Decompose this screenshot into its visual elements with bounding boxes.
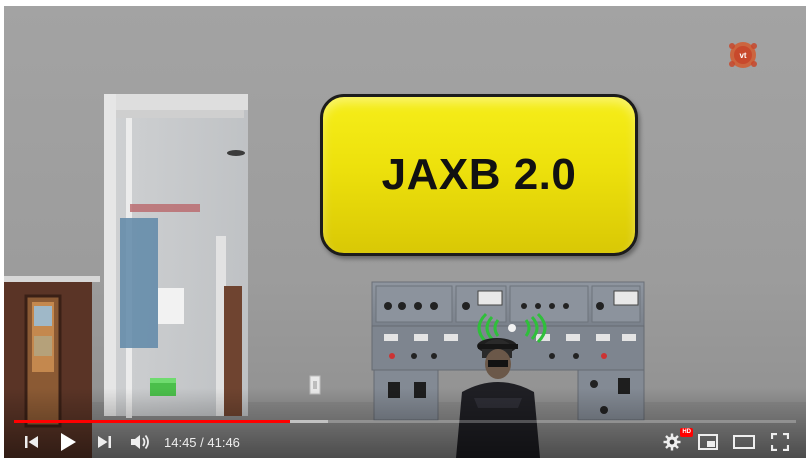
- svg-text:vt: vt: [739, 51, 746, 60]
- theater-mode-icon: [733, 435, 755, 449]
- video-player[interactable]: vt JAXB 2.0 14:45 / 41:46 HD: [4, 6, 806, 458]
- settings-gear-icon: [663, 433, 681, 451]
- next-button[interactable]: [86, 426, 122, 458]
- volume-button[interactable]: [122, 426, 158, 458]
- progress-bar[interactable]: [14, 420, 796, 423]
- fullscreen-button[interactable]: [762, 426, 798, 458]
- settings-button[interactable]: HD: [654, 426, 693, 458]
- vt-logo-icon: vt: [729, 42, 757, 68]
- hd-badge: HD: [680, 428, 693, 437]
- progress-played: [14, 420, 291, 423]
- miniplayer-icon: [698, 434, 718, 450]
- sign-text: JAXB 2.0: [381, 150, 577, 199]
- fullscreen-icon: [771, 433, 789, 451]
- skip-next-icon: [98, 436, 111, 448]
- miniplayer-button[interactable]: [690, 426, 726, 458]
- player-controls: 14:45 / 41:46 HD: [4, 426, 806, 458]
- title-sign: JAXB 2.0: [320, 94, 638, 256]
- previous-button[interactable]: [14, 426, 50, 458]
- skip-previous-icon: [25, 436, 38, 448]
- volume-icon: [131, 434, 149, 450]
- time-display: 14:45 / 41:46: [164, 434, 240, 450]
- theater-mode-button[interactable]: [726, 426, 762, 458]
- play-icon: [61, 433, 76, 451]
- play-button[interactable]: [50, 426, 86, 458]
